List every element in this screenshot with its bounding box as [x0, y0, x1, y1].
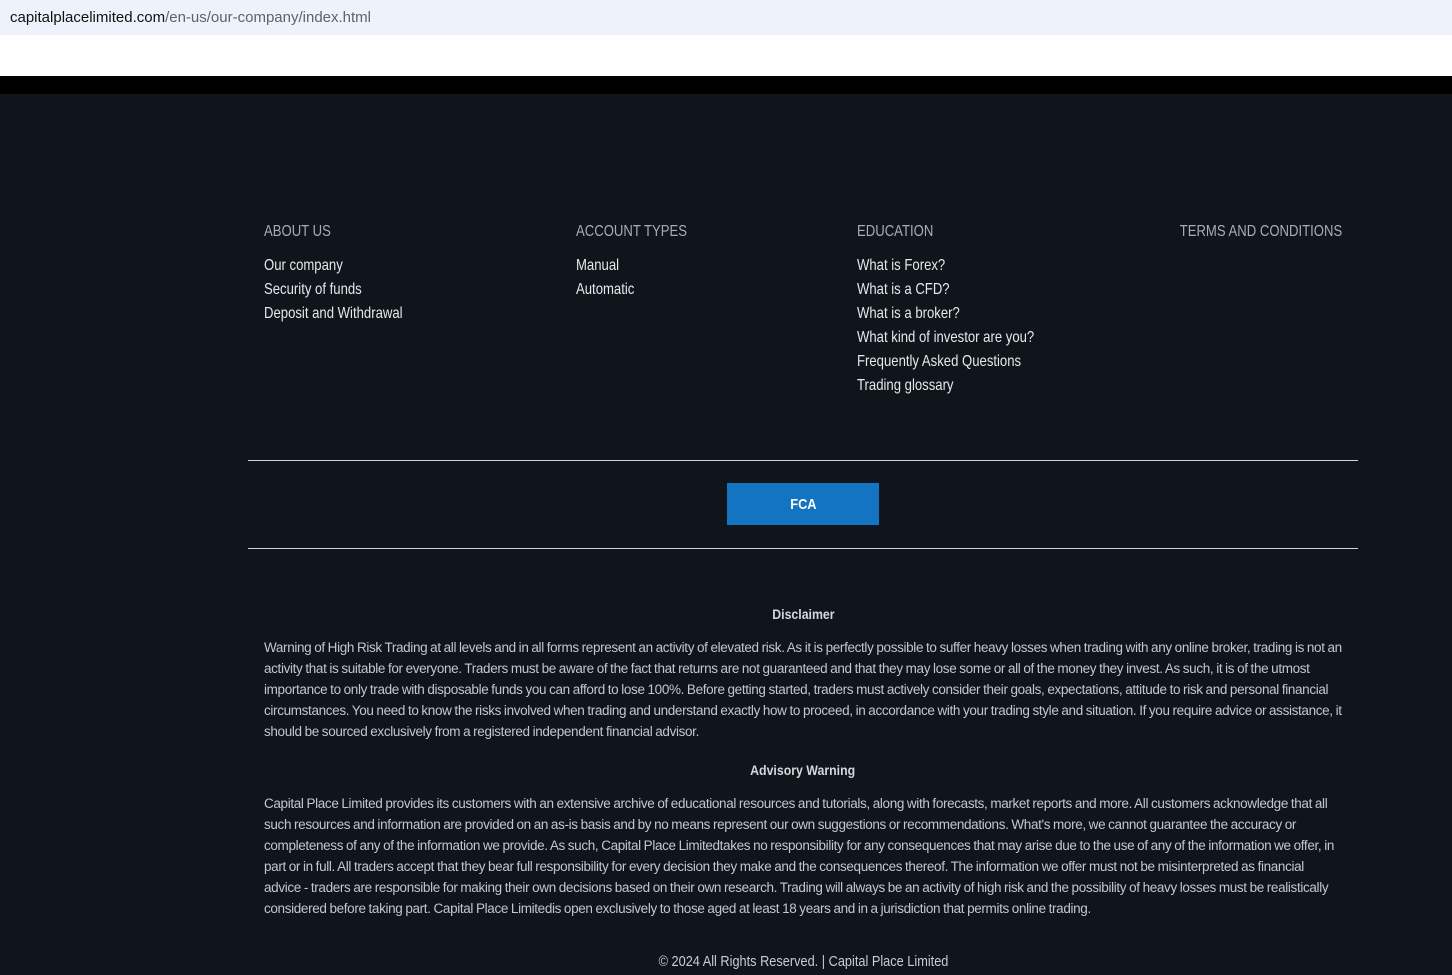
fca-button[interactable]: FCA [727, 483, 879, 525]
footer-link-automatic[interactable]: Automatic [576, 278, 687, 302]
footer-link-security-of-funds[interactable]: Security of funds [264, 278, 403, 302]
footer-column-terms: TERMS AND CONDITIONS [1144, 222, 1342, 254]
footer-heading-about-us: ABOUT US [264, 223, 331, 240]
advisory-warning-text: Capital Place Limited provides its custo… [264, 796, 1334, 916]
footer-heading-account-types: ACCOUNT TYPES [576, 223, 688, 240]
url-domain: capitalplacelimited.com [10, 9, 166, 26]
url-path: /en-us/our-company/index.html [165, 9, 372, 26]
fca-button-label: FCA [789, 495, 817, 513]
footer-link-trading-glossary[interactable]: Trading glossary [857, 374, 1034, 398]
footer-column-account-types: ACCOUNT TYPES Manual Automatic [576, 222, 711, 302]
disclaimer-text: Warning of High Risk Trading at all leve… [264, 640, 1342, 739]
footer-link-manual[interactable]: Manual [576, 254, 687, 278]
copyright-notice: © 2024 All Rights Reserved. | Capital Pl… [658, 953, 948, 970]
disclaimer-title: Disclaimer [771, 606, 835, 622]
footer-column-about-us: ABOUT US Our company Security of funds D… [264, 222, 433, 326]
footer-link-deposit-withdrawal[interactable]: Deposit and Withdrawal [264, 302, 403, 326]
footer-divider-bottom [248, 548, 1358, 549]
header-bottom-strip [0, 76, 1452, 94]
advisory-warning-title: Advisory Warning [750, 762, 856, 778]
footer-heading-education: EDUCATION [857, 223, 934, 240]
footer-link-what-is-forex[interactable]: What is Forex? [857, 254, 1034, 278]
footer-column-education: EDUCATION What is Forex? What is a CFD? … [857, 222, 1073, 398]
footer-link-faq[interactable]: Frequently Asked Questions [857, 350, 1034, 374]
footer-divider-top [248, 460, 1358, 461]
footer-link-what-is-broker[interactable]: What is a broker? [857, 302, 1034, 326]
page-top-band [0, 35, 1452, 76]
footer-link-our-company[interactable]: Our company [264, 254, 403, 278]
address-bar[interactable]: capitalplacelimited.com/en-us/our-compan… [0, 0, 1452, 35]
footer-link-terms-and-conditions[interactable]: TERMS AND CONDITIONS [1179, 222, 1342, 242]
footer-link-investor-type[interactable]: What kind of investor are you? [857, 326, 1034, 350]
footer-link-what-is-cfd[interactable]: What is a CFD? [857, 278, 1034, 302]
